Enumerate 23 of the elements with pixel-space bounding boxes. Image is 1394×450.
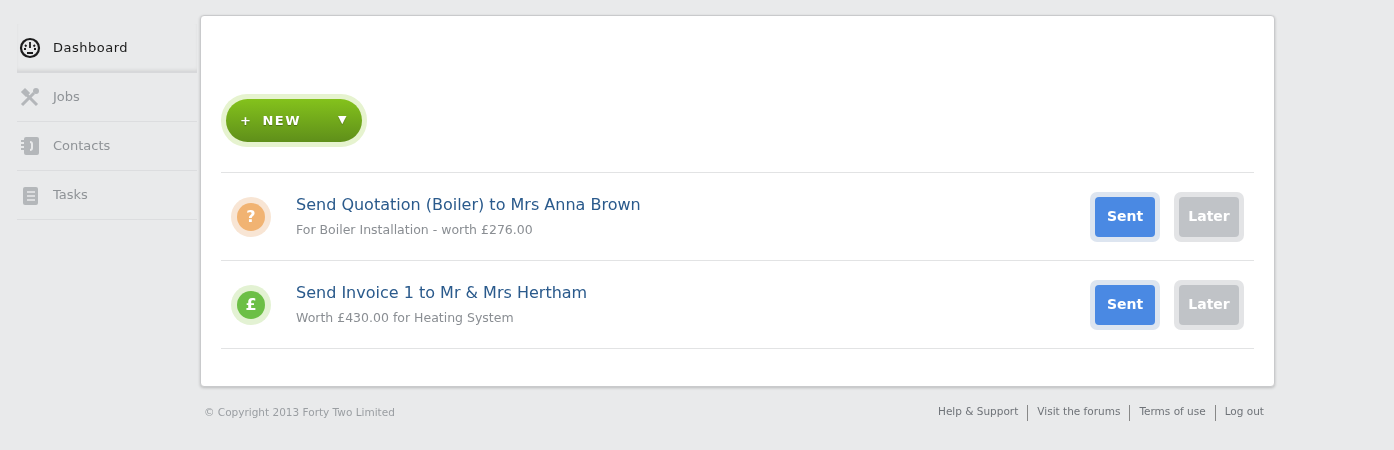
sidebar-item[interactable]: Tasks <box>17 171 197 220</box>
question-badge: ? <box>237 202 265 231</box>
task-subtitle: Worth £430.00 for Heating System <box>296 309 515 328</box>
footer-link[interactable]: Terms of use <box>1129 405 1215 421</box>
task-subtitle: For Boiler Installation - worth £276.00 <box>296 221 534 240</box>
task-title[interactable]: Send Quotation (Boiler) to Mrs Anna Brown <box>296 193 641 218</box>
sidebar-item[interactable]: Jobs <box>17 73 197 122</box>
later-button[interactable]: Later <box>1179 196 1239 237</box>
later-button[interactable]: Later <box>1179 284 1239 325</box>
sidebar-item[interactable]: Dashboard <box>17 24 197 73</box>
task-title[interactable]: Send Invoice 1 to Mr & Mrs Hertham <box>296 281 588 306</box>
footer-link[interactable]: Visit the forums <box>1027 405 1130 421</box>
pound-badge: £ <box>237 290 265 319</box>
phonebook-icon <box>19 135 41 157</box>
footer-link[interactable]: Help & Support <box>929 405 1028 421</box>
footer-link[interactable]: Log out <box>1214 405 1264 421</box>
new-button[interactable]: + NEW ▼ <box>226 99 362 142</box>
sent-button[interactable]: Sent <box>1095 284 1155 325</box>
copyright-text: © Copyright 2013 Forty Two Limited <box>204 405 395 420</box>
tools-icon <box>19 86 41 108</box>
gauge-icon <box>19 36 41 59</box>
sent-button[interactable]: Sent <box>1095 196 1155 237</box>
sidebar-item[interactable]: Contacts <box>17 122 197 171</box>
